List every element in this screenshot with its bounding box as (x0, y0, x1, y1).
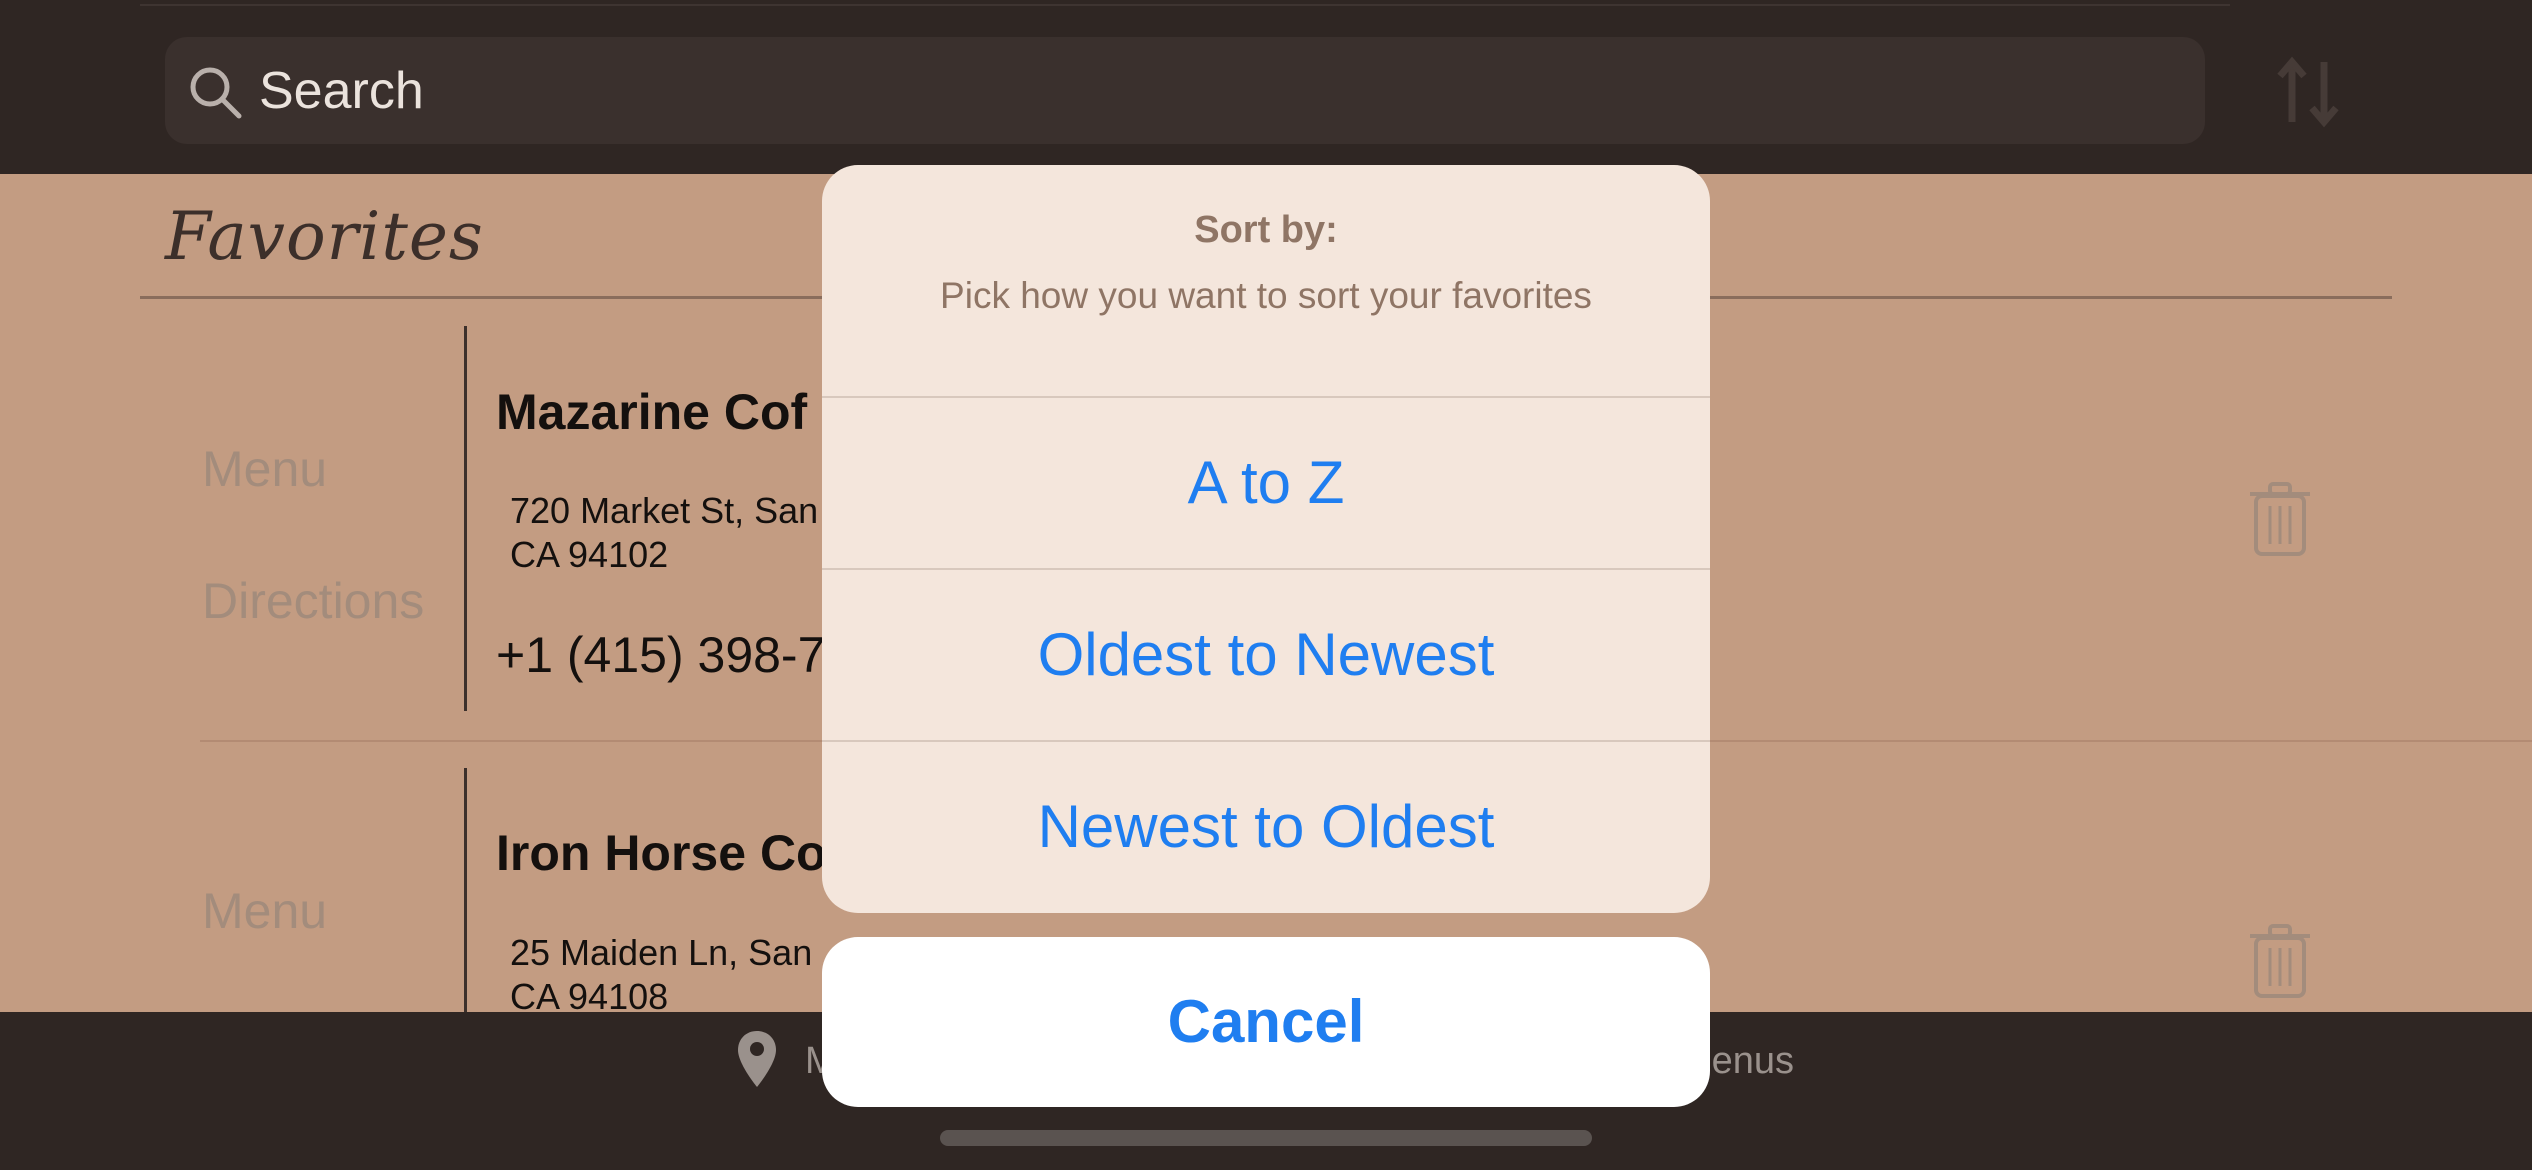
sort-option-oldest-to-newest[interactable]: Oldest to Newest (822, 570, 1710, 740)
shop-address-line2: CA 94102 (510, 534, 669, 575)
search-bar[interactable] (165, 37, 2205, 144)
trash-icon[interactable] (2248, 480, 2312, 556)
card-divider (464, 768, 467, 1012)
menu-link[interactable]: Menu (202, 440, 327, 498)
search-icon (190, 67, 242, 119)
sort-option-newest-to-oldest[interactable]: Newest to Oldest (822, 742, 1710, 912)
sort-action-sheet: Sort by: Pick how you want to sort your … (822, 165, 1710, 913)
directions-link[interactable]: Directions (202, 572, 424, 630)
shop-name: Mazarine Cof (496, 384, 808, 440)
sort-option-a-to-z[interactable]: A to Z (822, 398, 1710, 568)
shop-phone[interactable]: +1 (415) 398-7 (496, 626, 825, 684)
sheet-header: Sort by: Pick how you want to sort your … (822, 165, 1710, 397)
sort-arrows-icon[interactable] (2268, 52, 2348, 132)
search-input[interactable] (257, 55, 2161, 127)
sheet-message: Pick how you want to sort your favorites (940, 275, 1592, 316)
card-divider (464, 326, 467, 711)
shop-name: Iron Horse Co (496, 825, 827, 881)
favorites-title: Favorites (165, 198, 484, 275)
menu-link[interactable]: Menu (202, 882, 327, 940)
top-bar (0, 0, 2532, 174)
map-pin-icon[interactable] (736, 1029, 778, 1089)
home-indicator[interactable] (940, 1130, 1592, 1146)
shop-address-line1: 720 Market St, San (510, 490, 819, 531)
trash-icon[interactable] (2248, 922, 2312, 998)
cancel-button[interactable]: Cancel (822, 937, 1710, 1107)
sheet-title: Sort by: (1194, 209, 1338, 251)
top-hairline (140, 4, 2230, 6)
shop-address-line1: 25 Maiden Ln, San (510, 932, 813, 973)
